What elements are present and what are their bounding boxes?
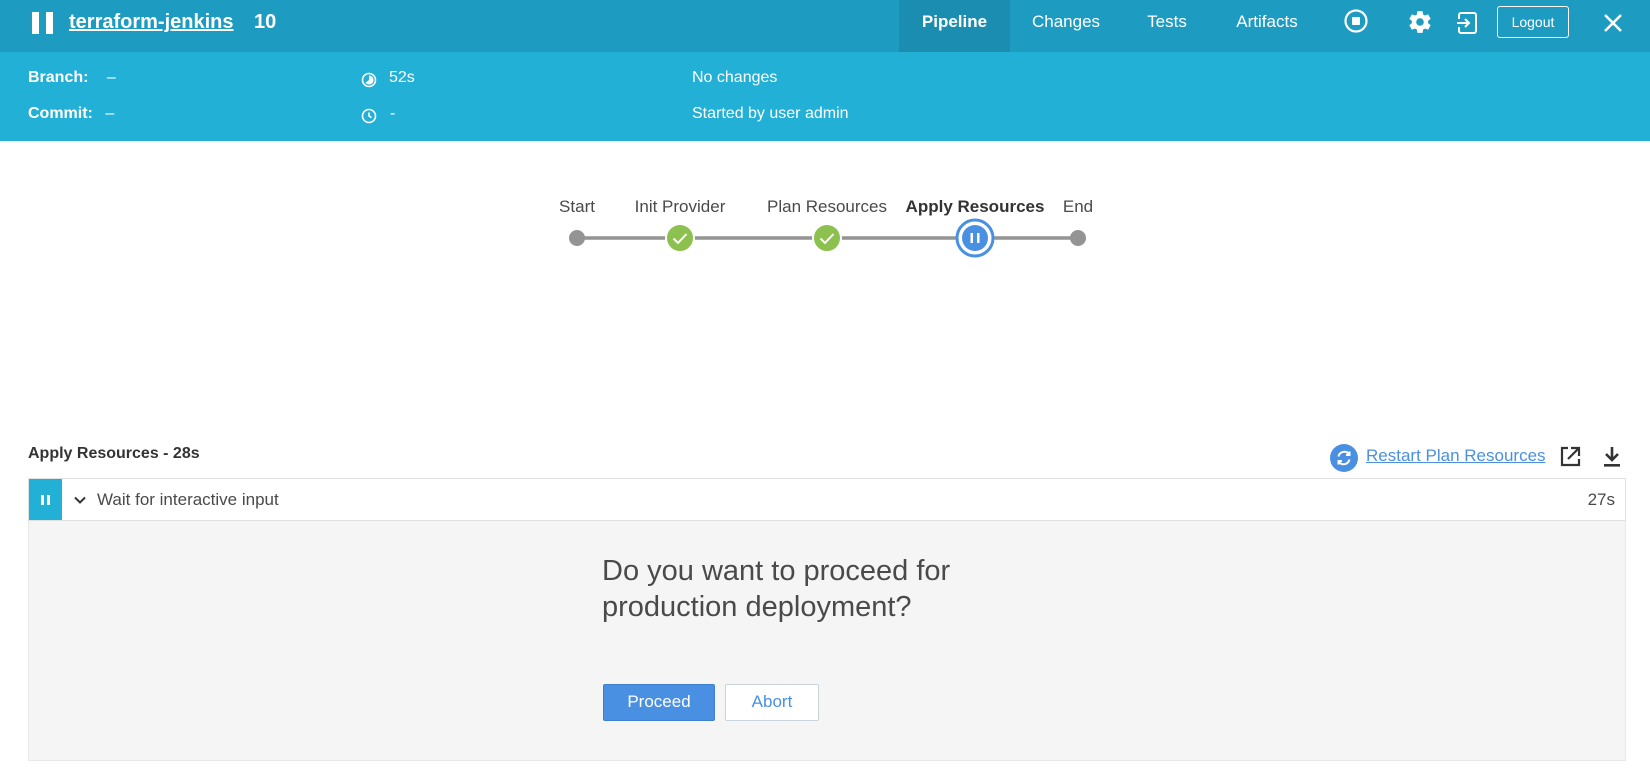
stage-node-end xyxy=(1070,230,1086,246)
stage-node-start xyxy=(569,230,585,246)
download-icon[interactable] xyxy=(1599,444,1625,470)
restart-stage-link[interactable]: Restart Plan Resources xyxy=(1366,446,1546,466)
pipeline-graph-canvas xyxy=(569,218,1086,258)
step-paused-status xyxy=(29,479,62,520)
abort-button[interactable]: Abort xyxy=(725,684,819,721)
restart-icon[interactable] xyxy=(1330,444,1358,472)
open-external-icon[interactable] xyxy=(1557,444,1583,470)
stage-node-plan-resources[interactable] xyxy=(812,223,842,253)
stage-node-apply-resources[interactable] xyxy=(955,218,995,258)
section-title: Apply Resources - 28s xyxy=(28,445,200,462)
chevron-down-icon[interactable] xyxy=(71,491,89,509)
step-duration: 27s xyxy=(1587,490,1615,509)
step-label[interactable]: Wait for interactive input xyxy=(97,490,279,510)
input-prompt-panel: Do you want to proceed for production de… xyxy=(28,521,1626,761)
stage-node-init-provider[interactable] xyxy=(665,223,695,253)
input-question: Do you want to proceed for production de… xyxy=(602,555,951,623)
proceed-button[interactable]: Proceed xyxy=(603,684,715,721)
step-row[interactable]: Wait for interactive input 27s xyxy=(28,478,1626,521)
pause-icon xyxy=(970,233,973,243)
